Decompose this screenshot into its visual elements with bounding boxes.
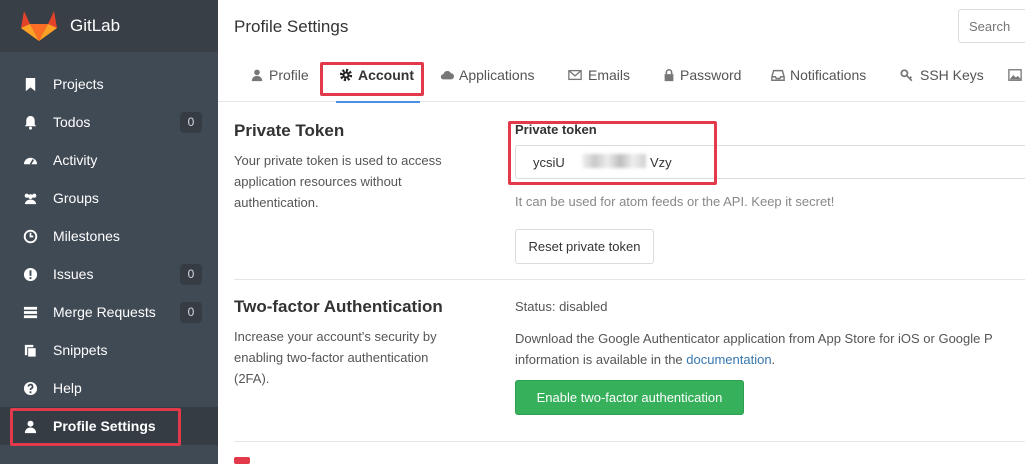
sidebar: GitLab Projects Todos 0 Activity Groups … <box>0 0 218 464</box>
search-input[interactable] <box>958 9 1025 43</box>
token-prefix: ycsiU <box>533 155 565 170</box>
two-factor-text-suffix: . <box>771 352 776 367</box>
sidebar-item-todos[interactable]: Todos 0 <box>0 103 218 141</box>
tab-label: Account <box>358 67 414 83</box>
two-factor-text-prefix: information is available in the <box>515 352 687 367</box>
tab-notifications[interactable]: Notifications <box>771 52 873 102</box>
token-suffix: Vzy <box>650 155 672 170</box>
tab-applications[interactable]: Applications <box>439 52 541 102</box>
sidebar-item-label: Groups <box>53 190 99 206</box>
tab-label: Profile <box>269 67 309 83</box>
key-icon <box>900 69 913 82</box>
app-window: GitLab Projects Todos 0 Activity Groups … <box>0 0 1025 464</box>
tab-emails[interactable]: Emails <box>568 52 632 102</box>
sidebar-item-snippets[interactable]: Snippets <box>0 331 218 369</box>
next-section-title-fragment <box>234 457 250 464</box>
exclamation-circle-icon <box>23 267 38 282</box>
clipboard-icon <box>24 344 37 358</box>
private-token-description: Your private token is used to access app… <box>234 153 442 210</box>
tab-account[interactable]: Account <box>336 52 420 103</box>
settings-tabs: Profile Account Applications Emails Pass… <box>218 52 1025 103</box>
issues-count-badge: 0 <box>180 264 202 285</box>
sidebar-item-groups[interactable]: Groups <box>0 179 218 217</box>
two-factor-title: Two-factor Authentication <box>234 297 443 316</box>
bell-icon <box>24 115 37 130</box>
tab-password[interactable]: Password <box>662 52 742 102</box>
token-redaction-blur <box>582 154 646 168</box>
brand-name: GitLab <box>70 16 121 35</box>
two-factor-text-line2: information is available in the document… <box>515 349 1025 370</box>
documentation-link[interactable]: documentation <box>686 352 771 367</box>
user-icon <box>251 69 263 82</box>
user-icon <box>24 420 37 434</box>
sidebar-item-label: Snippets <box>53 342 108 358</box>
users-icon <box>24 193 37 205</box>
private-token-hint: It can be used for atom feeds or the API… <box>515 194 835 209</box>
merge-requests-count-badge: 0 <box>180 302 202 323</box>
sidebar-item-label: Issues <box>53 266 94 282</box>
sidebar-item-profile-settings[interactable]: Profile Settings <box>0 407 218 445</box>
sidebar-item-label: Todos <box>53 114 91 130</box>
sidebar-item-label: Help <box>53 380 82 396</box>
gear-icon <box>339 68 353 82</box>
gitlab-fox-logo-icon <box>21 11 57 41</box>
sidebar-item-label: Profile Settings <box>53 418 156 434</box>
sidebar-item-label: Merge Requests <box>53 304 156 320</box>
tab-ssh-keys[interactable]: SSH Keys <box>900 52 984 102</box>
lock-icon <box>664 69 674 82</box>
tab-label: Emails <box>588 67 631 83</box>
sidebar-item-merge-requests[interactable]: Merge Requests 0 <box>0 293 218 331</box>
page-title: Profile Settings <box>234 17 349 36</box>
inbox-icon <box>771 69 785 81</box>
sidebar-item-issues[interactable]: Issues 0 <box>0 255 218 293</box>
clock-icon <box>23 229 38 244</box>
tab-profile[interactable]: Profile <box>250 52 312 102</box>
tab-label: SSH Keys <box>920 67 984 83</box>
enable-two-factor-button[interactable]: Enable two-factor authentication <box>515 380 744 415</box>
sidebar-item-milestones[interactable]: Milestones <box>0 217 218 255</box>
image-icon <box>1008 69 1022 81</box>
two-factor-instructions: Download the Google Authenticator applic… <box>515 328 1025 370</box>
tab-more[interactable] <box>1007 52 1025 102</box>
section-divider <box>234 441 1025 442</box>
todos-count-badge: 0 <box>180 112 202 133</box>
list-icon <box>23 306 38 319</box>
sidebar-item-label: Projects <box>53 76 104 92</box>
tab-label: Password <box>680 67 742 83</box>
sidebar-item-label: Milestones <box>53 228 120 244</box>
sidebar-item-projects[interactable]: Projects <box>0 65 218 103</box>
sidebar-item-help[interactable]: Help <box>0 369 218 407</box>
private-token-label: Private token <box>515 122 597 137</box>
cloud-icon <box>440 70 454 80</box>
envelope-icon <box>568 69 582 81</box>
dashboard-icon <box>23 157 38 165</box>
two-factor-description: Increase your account's security by enab… <box>234 329 437 386</box>
bookmark-icon <box>25 77 36 92</box>
sidebar-item-label: Activity <box>53 152 98 168</box>
brand-header[interactable]: GitLab <box>0 0 218 52</box>
sidebar-item-activity[interactable]: Activity <box>0 141 218 179</box>
question-circle-icon <box>23 381 38 396</box>
section-divider <box>234 279 1025 280</box>
two-factor-text-line1: Download the Google Authenticator applic… <box>515 331 993 346</box>
tab-label: Notifications <box>790 67 867 83</box>
tab-label: Applications <box>459 67 535 83</box>
two-factor-status: Status: disabled <box>515 299 608 314</box>
private-token-title: Private Token <box>234 121 345 140</box>
reset-private-token-button[interactable]: Reset private token <box>515 229 654 264</box>
